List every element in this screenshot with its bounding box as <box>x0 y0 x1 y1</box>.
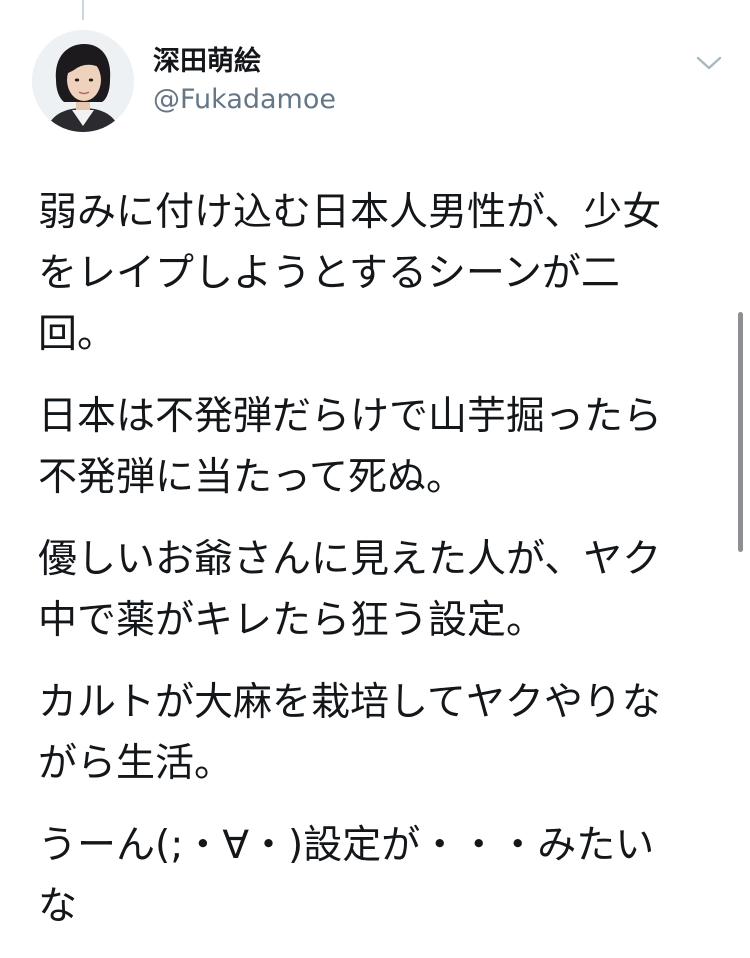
tweet-paragraph: 日本は不発弾だらけで山芋掘ったら 不発弾に当たって死ぬ。 <box>38 394 663 500</box>
tweet-paragraph: 弱みに付け込む日本人男性が、少女 をレイプしようとするシーンが二 回。 <box>38 190 662 357</box>
author-display-name[interactable]: 深田萌絵 <box>153 46 261 78</box>
thread-connector-line <box>82 0 84 20</box>
tweet-paragraph: カルトが大麻を栽培してヤクやりな がら生活。 <box>38 680 661 786</box>
tweet-text: 弱みに付け込む日本人男性が、少女 をレイプしようとするシーンが二 回。 日本は不… <box>38 182 728 958</box>
chevron-down-icon[interactable] <box>694 50 724 74</box>
tweet-paragraph: 優しいお爺さんに見えた人が、ヤク 中で薬がキレたら狂う設定。 <box>38 537 662 643</box>
tweet-paragraph: うーん(;・∀・)設定が・・・みたい な <box>38 823 655 929</box>
scrollbar[interactable] <box>738 312 743 552</box>
author-handle[interactable]: @Fukadamoe <box>153 84 336 116</box>
avatar[interactable] <box>32 30 134 132</box>
